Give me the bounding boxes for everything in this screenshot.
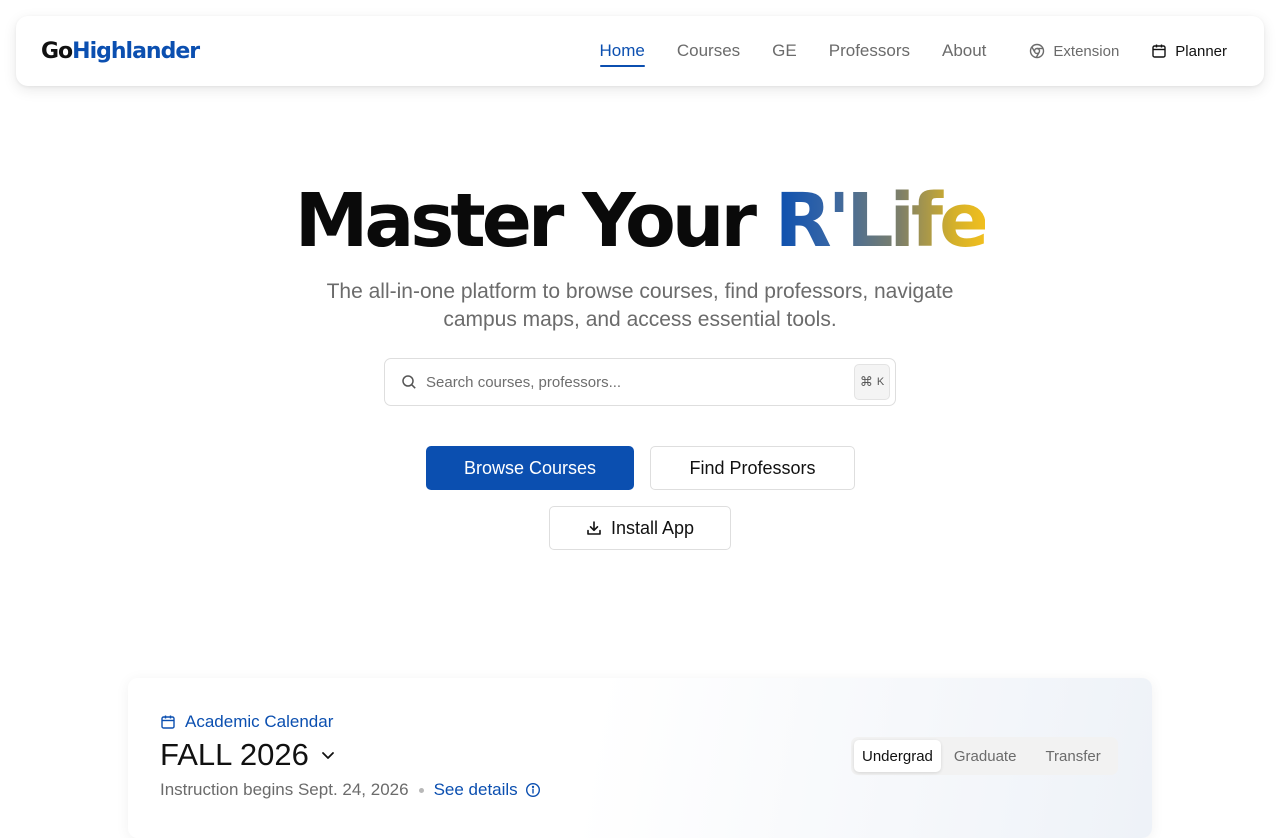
extension-button[interactable]: Extension <box>1029 43 1119 60</box>
see-details-link[interactable]: See details <box>434 780 541 800</box>
academic-calendar-text: Academic Calendar <box>185 712 334 731</box>
install-app-button[interactable]: Install App <box>549 506 731 550</box>
student-type-tabs: Undergrad Graduate Transfer <box>851 737 1118 775</box>
info-icon <box>525 782 540 798</box>
hero-title-main: Master Your <box>294 178 775 264</box>
hero-title-accent: R'Life <box>774 178 990 264</box>
nav-actions: Extension Planner <box>1029 43 1227 60</box>
hero-subtitle: The all-in-one platform to browse course… <box>326 280 954 331</box>
nav-link-courses[interactable]: Courses <box>677 16 740 86</box>
instruction-begins-text: Instruction begins Sept. 24, 2026 <box>160 780 409 799</box>
browse-courses-button[interactable]: Browse Courses <box>426 446 634 490</box>
nav-link-about[interactable]: About <box>942 16 986 86</box>
command-key-icon: ⌘ <box>859 374 873 389</box>
planner-button[interactable]: Planner <box>1151 43 1227 60</box>
separator-dot <box>418 787 424 793</box>
academic-calendar-card: Academic Calendar FALL 2026 Instruction … <box>128 678 1152 838</box>
nav-link-home[interactable]: Home <box>599 16 646 86</box>
see-details-label: See details <box>433 780 518 799</box>
top-navbar: Go Highlander Home Courses GE Professors … <box>16 16 1264 86</box>
hero-title: Master Your R'Life <box>0 176 1280 266</box>
chrome-icon <box>1030 43 1045 59</box>
tab-graduate[interactable]: Graduate <box>946 740 1025 772</box>
extension-label: Extension <box>1053 42 1120 60</box>
search-input[interactable] <box>426 373 854 391</box>
term-label: FALL 2026 <box>160 737 309 772</box>
shortcut-key: K <box>876 376 885 388</box>
academic-calendar-label: Academic Calendar <box>160 712 333 732</box>
install-app-label: Install App <box>610 517 695 538</box>
nav-link-ge[interactable]: GE <box>772 16 797 86</box>
download-icon <box>587 521 601 535</box>
search-box[interactable]: ⌘K <box>384 358 896 406</box>
find-professors-button[interactable]: Find Professors <box>650 446 855 490</box>
calendar-icon <box>161 715 175 729</box>
instruction-info: Instruction begins Sept. 24, 2026 See de… <box>160 780 541 800</box>
planner-label: Planner <box>1175 42 1227 60</box>
main-nav: Home Courses GE Professors About <box>599 16 986 86</box>
logo-prefix: Go <box>41 38 73 64</box>
site-logo[interactable]: Go Highlander <box>41 38 200 64</box>
logo-suffix: Highlander <box>72 38 200 64</box>
tab-undergrad[interactable]: Undergrad <box>854 740 941 772</box>
chevron-down-icon <box>321 752 334 759</box>
calendar-icon <box>1152 44 1166 58</box>
search-icon <box>402 375 416 389</box>
tab-transfer[interactable]: Transfer <box>1037 740 1108 772</box>
term-selector[interactable]: FALL 2026 <box>160 737 337 773</box>
keyboard-shortcut-badge: ⌘ K <box>854 364 890 400</box>
nav-link-professors[interactable]: Professors <box>829 16 910 86</box>
